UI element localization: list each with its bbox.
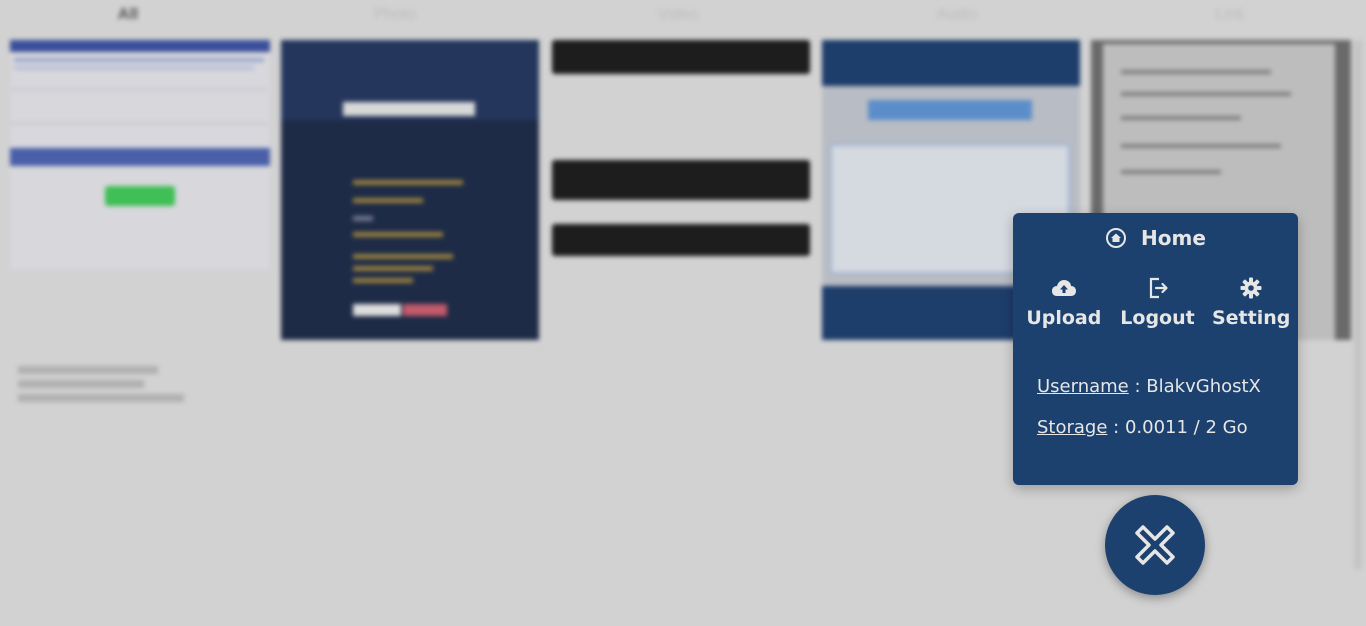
logout-button[interactable]: Logout [1111,277,1205,329]
tab-all[interactable]: All [68,6,188,24]
home-button[interactable]: Home [1013,225,1298,251]
logout-icon [1146,277,1170,299]
link-text [18,380,144,388]
home-icon [1105,227,1127,249]
setting-button[interactable]: Setting [1204,277,1298,329]
upload-label: Upload [1026,307,1102,329]
tab-link[interactable]: Link [1170,6,1290,24]
storage-link[interactable]: Storage [1037,417,1107,438]
link-text [18,366,158,374]
cloud-upload-icon [1051,277,1077,299]
tab-video[interactable]: Video [618,6,738,24]
username-link[interactable]: Username [1037,376,1129,397]
gear-icon [1240,277,1262,299]
file-thumbnail[interactable] [552,40,810,340]
tab-photo[interactable]: Photo [335,6,455,24]
username-row: Username : BlakvGhostX [1037,376,1261,397]
setting-label: Setting [1211,307,1291,329]
upload-button[interactable]: Upload [1017,277,1111,329]
scrollbar[interactable] [1354,40,1362,570]
logout-label: Logout [1120,307,1195,329]
file-thumbnail[interactable] [281,40,539,340]
menu-actions: Upload Logout Setting [1013,277,1298,329]
close-icon [1129,519,1181,571]
close-menu-button[interactable] [1105,495,1205,595]
tab-audio[interactable]: Audio [897,6,1017,24]
storage-value: : 0.0011 / 2 Go [1113,417,1248,438]
home-label: Home [1141,226,1206,250]
file-thumbnail[interactable] [10,40,270,270]
filter-tabs: All Photo Video Audio Link [0,6,1366,32]
link-text [18,394,184,402]
storage-row: Storage : 0.0011 / 2 Go [1037,417,1248,438]
user-menu-popup: Home Upload Logout Setting Username: Bl… [1013,213,1298,485]
username-value: : BlakvGhostX [1134,376,1261,397]
